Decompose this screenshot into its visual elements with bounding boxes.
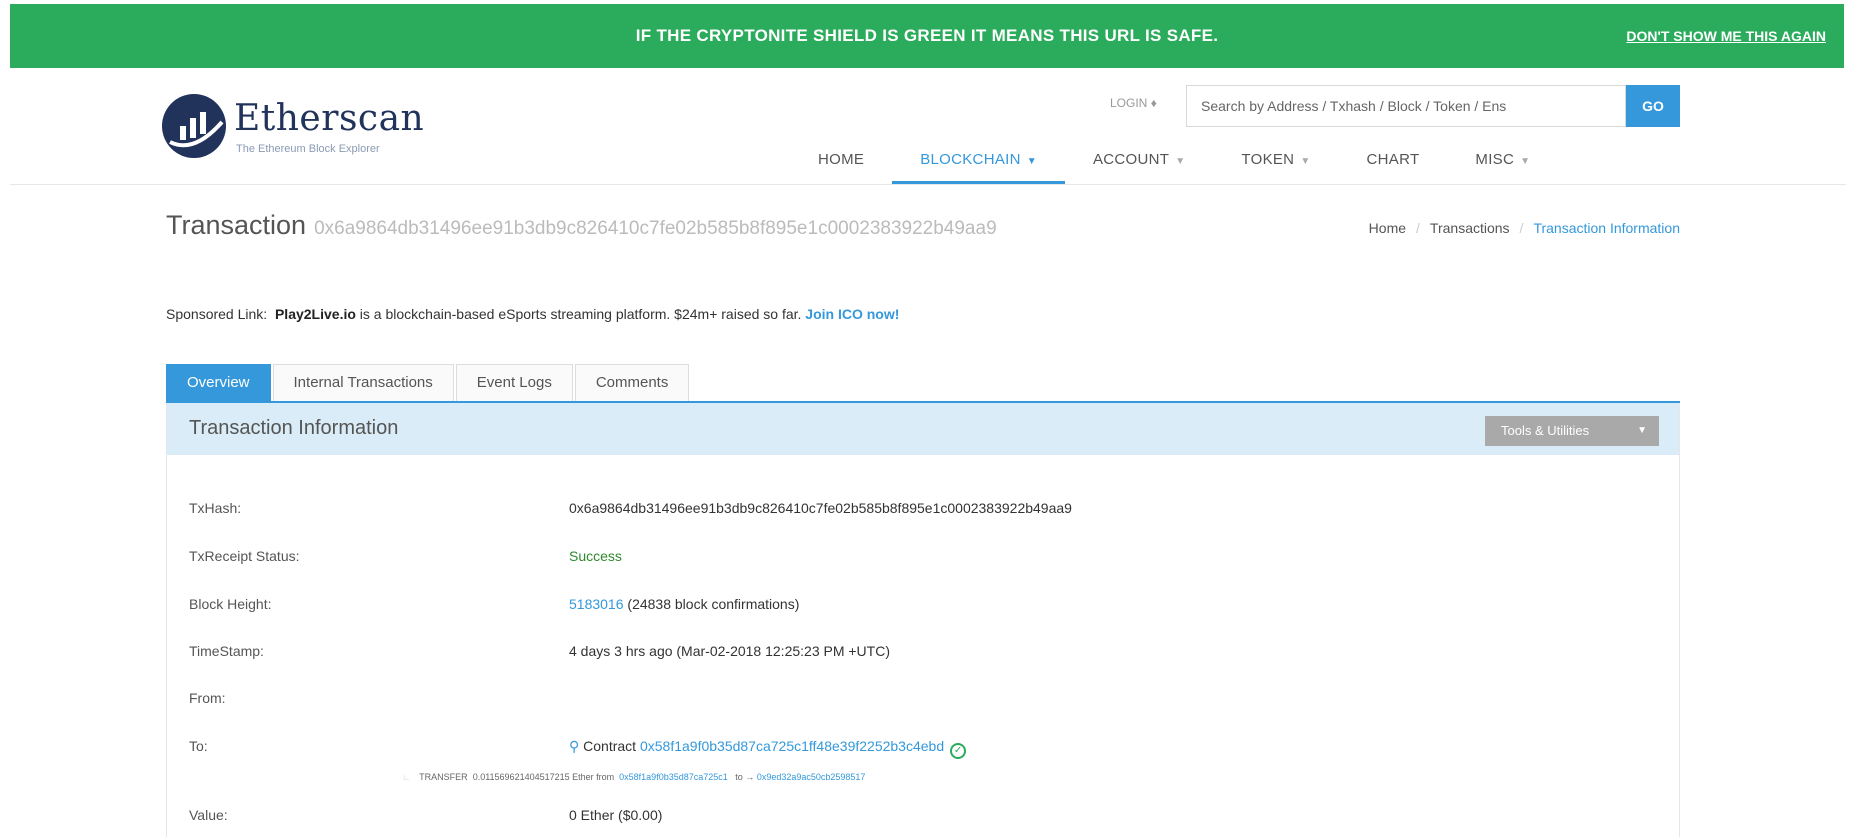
to-contract-link[interactable]: 0x58f1a9f0b35d87ca725c1ff48e39f2252b3c4e… <box>640 738 944 754</box>
chevron-down-icon: ▼ <box>1026 156 1037 167</box>
tab-overview[interactable]: Overview <box>166 364 271 402</box>
from-label: From: <box>189 690 226 706</box>
breadcrumb-transactions[interactable]: Transactions <box>1430 220 1510 236</box>
nav-misc-label: MISC <box>1475 151 1515 168</box>
chevron-down-icon: ▼ <box>1300 156 1311 167</box>
breadcrumb-separator: / <box>1416 220 1420 236</box>
etherscan-logo-icon <box>162 94 226 158</box>
cryptonite-banner: IF THE CRYPTONITE SHIELD IS GREEN IT MEA… <box>10 4 1844 68</box>
block-value: 5183016 (24838 block confirmations) <box>569 596 799 612</box>
chevron-down-icon: ▼ <box>1175 156 1186 167</box>
detail-row-txhash: TxHash: 0x6a9864db31496ee91b3db9c826410c… <box>189 500 1659 530</box>
login-icon: ♦ <box>1150 96 1157 110</box>
breadcrumb-home[interactable]: Home <box>1369 220 1406 236</box>
transfer-to-link[interactable]: 0x9ed32a9ac50cb2598517 <box>757 772 866 782</box>
transfer-from-link[interactable]: 0x58f1a9f0b35d87ca725c1 <box>619 772 728 782</box>
verified-check-icon: ✓ <box>950 743 967 759</box>
tools-utilities-label: Tools & Utilities <box>1501 423 1590 438</box>
logo-name: Etherscan <box>234 98 425 139</box>
search-icon[interactable]: ⚲ <box>569 738 579 754</box>
block-confirmations: (24838 block confirmations) <box>627 596 800 612</box>
transaction-tabs: Overview Internal Transactions Event Log… <box>166 364 691 402</box>
transaction-panel: Transaction Information Tools & Utilitie… <box>166 403 1680 837</box>
status-label: TxReceipt Status: <box>189 548 300 564</box>
sponsored-link: Sponsored Link: Play2Live.io is a blockc… <box>166 306 899 322</box>
transfer-to-label: to <box>735 772 743 782</box>
nav-chart-label: CHART <box>1366 151 1420 168</box>
timestamp-label: TimeStamp: <box>189 643 264 659</box>
login-link[interactable]: LOGIN ♦ <box>1110 96 1157 110</box>
tools-utilities-button[interactable]: Tools & Utilities ▼ <box>1485 416 1659 446</box>
block-label: Block Height: <box>189 596 272 612</box>
timestamp-value: 4 days 3 hrs ago (Mar-02-2018 12:25:23 P… <box>569 643 890 659</box>
sponsored-label: Sponsored Link: <box>166 306 268 322</box>
login-label: LOGIN <box>1110 96 1148 110</box>
detail-row-value: Value: 0 Ether ($0.00) <box>189 807 1659 837</box>
to-contract-prefix: Contract <box>583 738 637 754</box>
detail-row-timestamp: TimeStamp: 4 days 3 hrs ago (Mar-02-2018… <box>189 643 1659 673</box>
breadcrumb-current: Transaction Information <box>1533 220 1680 236</box>
header-divider <box>10 184 1846 185</box>
token-transfer-line: ∟ TRANSFER 0.011569621404517215 Ether fr… <box>402 772 865 782</box>
tab-event-logs[interactable]: Event Logs <box>455 364 573 402</box>
chevron-down-icon: ▼ <box>1637 425 1647 436</box>
transfer-label: TRANSFER <box>419 772 468 782</box>
value-label: Value: <box>189 807 228 823</box>
page-title-hash: 0x6a9864db31496ee91b3db9c826410c7fe02b58… <box>314 218 997 239</box>
tab-comments[interactable]: Comments <box>574 364 690 402</box>
to-label: To: <box>189 738 208 754</box>
detail-row-to: To: ⚲ Contract 0x58f1a9f0b35d87ca725c1ff… <box>189 738 1659 768</box>
nav-home-label: HOME <box>818 151 865 168</box>
nav-token[interactable]: TOKEN ▼ <box>1213 140 1338 184</box>
logo-tagline: The Ethereum Block Explorer <box>236 143 380 155</box>
etherscan-logo[interactable]: Etherscan The Ethereum Block Explorer <box>160 92 440 172</box>
value-amount: 0 Ether ($0.00) <box>569 807 663 823</box>
main-nav: HOME BLOCKCHAIN ▼ ACCOUNT ▼ TOKEN ▼ CHART M… <box>790 140 1558 184</box>
nav-home[interactable]: HOME <box>790 140 892 184</box>
nav-blockchain-label: BLOCKCHAIN <box>920 151 1021 168</box>
nav-token-label: TOKEN <box>1241 151 1295 168</box>
txhash-value: 0x6a9864db31496ee91b3db9c826410c7fe02b58… <box>569 500 1072 516</box>
page-title-label: Transaction <box>166 210 307 240</box>
search-go-button[interactable]: GO <box>1626 85 1680 127</box>
right-arrow-icon: → <box>745 772 755 782</box>
detail-row-status: TxReceipt Status: Success <box>189 548 1659 578</box>
sponsor-text: is a blockchain-based eSports streaming … <box>359 306 802 322</box>
to-value: ⚲ Contract 0x58f1a9f0b35d87ca725c1ff48e3… <box>569 738 967 759</box>
nav-account-label: ACCOUNT <box>1092 151 1170 168</box>
tab-internal-transactions[interactable]: Internal Transactions <box>272 364 454 402</box>
chevron-down-icon: ▼ <box>1520 156 1531 167</box>
txhash-label: TxHash: <box>189 500 242 516</box>
nav-blockchain[interactable]: BLOCKCHAIN ▼ <box>892 140 1065 184</box>
banner-message: IF THE CRYPTONITE SHIELD IS GREEN IT MEA… <box>635 26 1219 45</box>
transfer-amount: 0.011569621404517215 Ether from <box>472 772 615 782</box>
sponsor-cta-link[interactable]: Join ICO now! <box>805 306 899 322</box>
panel-title: Transaction Information <box>189 417 399 439</box>
corner-arrow-icon: ∟ <box>402 772 411 782</box>
dismiss-banner-link[interactable]: DON'T SHOW ME THIS AGAIN <box>1626 4 1826 68</box>
panel-header: Transaction Information Tools & Utilitie… <box>167 403 1679 455</box>
status-value: Success <box>569 548 622 564</box>
search-input[interactable] <box>1186 85 1626 127</box>
block-link[interactable]: 5183016 <box>569 596 624 612</box>
breadcrumb-separator: / <box>1519 220 1524 236</box>
nav-misc[interactable]: MISC ▼ <box>1447 140 1558 184</box>
breadcrumb: Home / Transactions / Transaction Informatio… <box>1369 220 1680 236</box>
sponsor-name[interactable]: Play2Live.io <box>275 306 356 322</box>
nav-chart[interactable]: CHART <box>1339 140 1448 184</box>
detail-row-block: Block Height: 5183016 (24838 block confi… <box>189 596 1659 626</box>
page-title: Transaction 0x6a9864db31496ee91b3db9c8264… <box>166 210 997 241</box>
detail-row-from: From: <box>189 690 1659 720</box>
nav-account[interactable]: ACCOUNT ▼ <box>1065 140 1213 184</box>
